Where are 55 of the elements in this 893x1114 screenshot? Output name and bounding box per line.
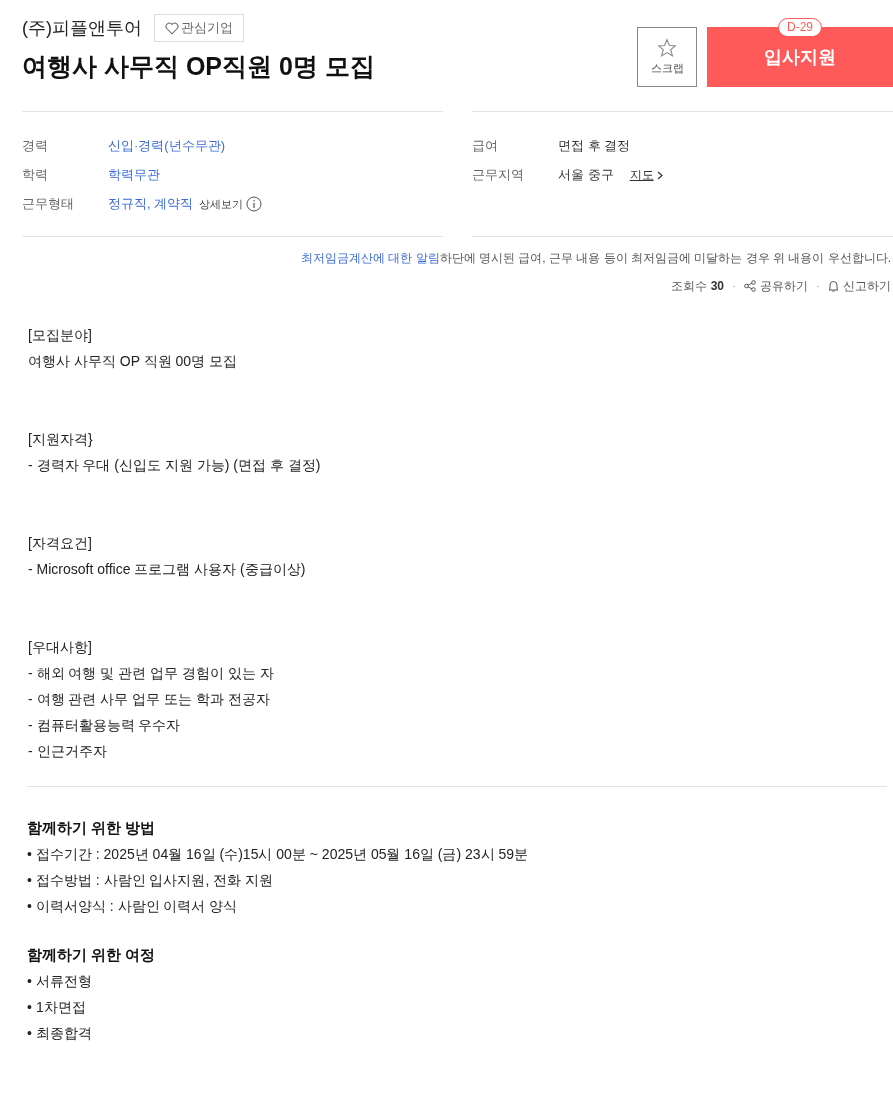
field-label: 근무형태 — [22, 195, 75, 214]
content-text: 여행사 사무직 OP 직원 00명 모집 — [28, 352, 238, 371]
follow-button[interactable]: 관심기업 — [154, 14, 244, 42]
bullet-mark: • — [27, 871, 32, 890]
content-text: - 인근거주자 — [28, 742, 108, 761]
field-value[interactable]: 학력무관 — [108, 165, 160, 185]
content-text: - 컴퓨터활용능력 우수자 — [28, 716, 182, 735]
field-label: 경력 — [22, 137, 49, 156]
job-title: 여행사 사무직 OP직원 0명 모집 — [22, 51, 375, 82]
field-value[interactable]: 정규직, 계약직 — [108, 194, 194, 214]
content-text: [모집분야] — [28, 326, 93, 345]
heart-icon — [165, 21, 179, 35]
minimum-wage-notice: 최저임금계산에 대한 알림하단에 명시된 급여, 근무 내용 등이 최저임금에 미달하는 경우 위 내용이 우선합니다. — [300, 250, 892, 267]
field-label: 근무지역 — [472, 166, 525, 185]
content-text: [우대사항] — [28, 638, 93, 657]
list-text: 최종합격 — [35, 1024, 92, 1043]
field-value[interactable]: 신입·경력(년수무관) — [108, 136, 225, 156]
field-label: 급여 — [472, 137, 499, 156]
bullet-mark: • — [27, 897, 32, 916]
field-value: 면접 후 결정 — [558, 137, 631, 156]
list-text: 이력서양식 : 사람인 이력서 양식 — [35, 897, 238, 916]
separator-dot: · — [816, 278, 820, 295]
company-name[interactable]: (주)피플앤투어 — [22, 14, 142, 42]
list-text: 1차면접 — [35, 998, 86, 1017]
list-text: 접수방법 : 사람인 입사지원, 전화 지원 — [35, 871, 274, 890]
share-icon — [744, 280, 756, 292]
field-label: 학력 — [22, 166, 49, 185]
bell-icon — [828, 280, 839, 292]
section-heading: 함께하기 위한 여정 — [27, 945, 157, 965]
bullet-mark: • — [27, 998, 32, 1017]
info-icon — [246, 196, 263, 212]
bullet-mark: • — [27, 845, 32, 864]
content-text: - 여행 관련 사무 업무 또는 학과 전공자 — [28, 690, 271, 709]
chevron-right-icon — [656, 170, 663, 180]
content-text: [자격요건] — [28, 534, 93, 553]
deadline-badge: D-29 — [778, 18, 822, 37]
scrap-button[interactable]: 스크랩 — [637, 27, 697, 87]
content-text: - Microsoft office 프로그램 사용자 (중급이상) — [28, 560, 307, 579]
report-button[interactable]: 신고하기 — [828, 277, 891, 295]
notice-link[interactable]: 최저임금계산에 대한 알림 — [301, 251, 440, 265]
content-text: - 경력자 우대 (신입도 지원 가능) (면접 후 결정) — [28, 456, 322, 475]
content-text: - 해외 여행 및 관련 업무 경험이 있는 자 — [28, 664, 275, 683]
section-heading: 함께하기 위한 방법 — [27, 818, 157, 838]
bullet-mark: • — [27, 972, 32, 991]
star-icon — [657, 37, 677, 58]
share-button[interactable]: 공유하기 — [744, 277, 808, 295]
list-text: 서류전형 — [35, 972, 92, 991]
view-count: 조회수 30 — [671, 278, 724, 295]
separator-dot: · — [732, 278, 736, 295]
field-value: 서울 중구 — [558, 166, 614, 185]
map-link[interactable]: 지도 — [629, 166, 663, 184]
list-text: 접수기간 : 2025년 04월 16일 (수)15시 00분 ~ 2025년 05월 16일 (금) 23시 59분 — [35, 845, 529, 864]
bullet-mark: • — [27, 1024, 32, 1043]
detail-link[interactable]: 상세보기 — [199, 195, 263, 213]
content-text: [지원자격} — [28, 430, 94, 449]
